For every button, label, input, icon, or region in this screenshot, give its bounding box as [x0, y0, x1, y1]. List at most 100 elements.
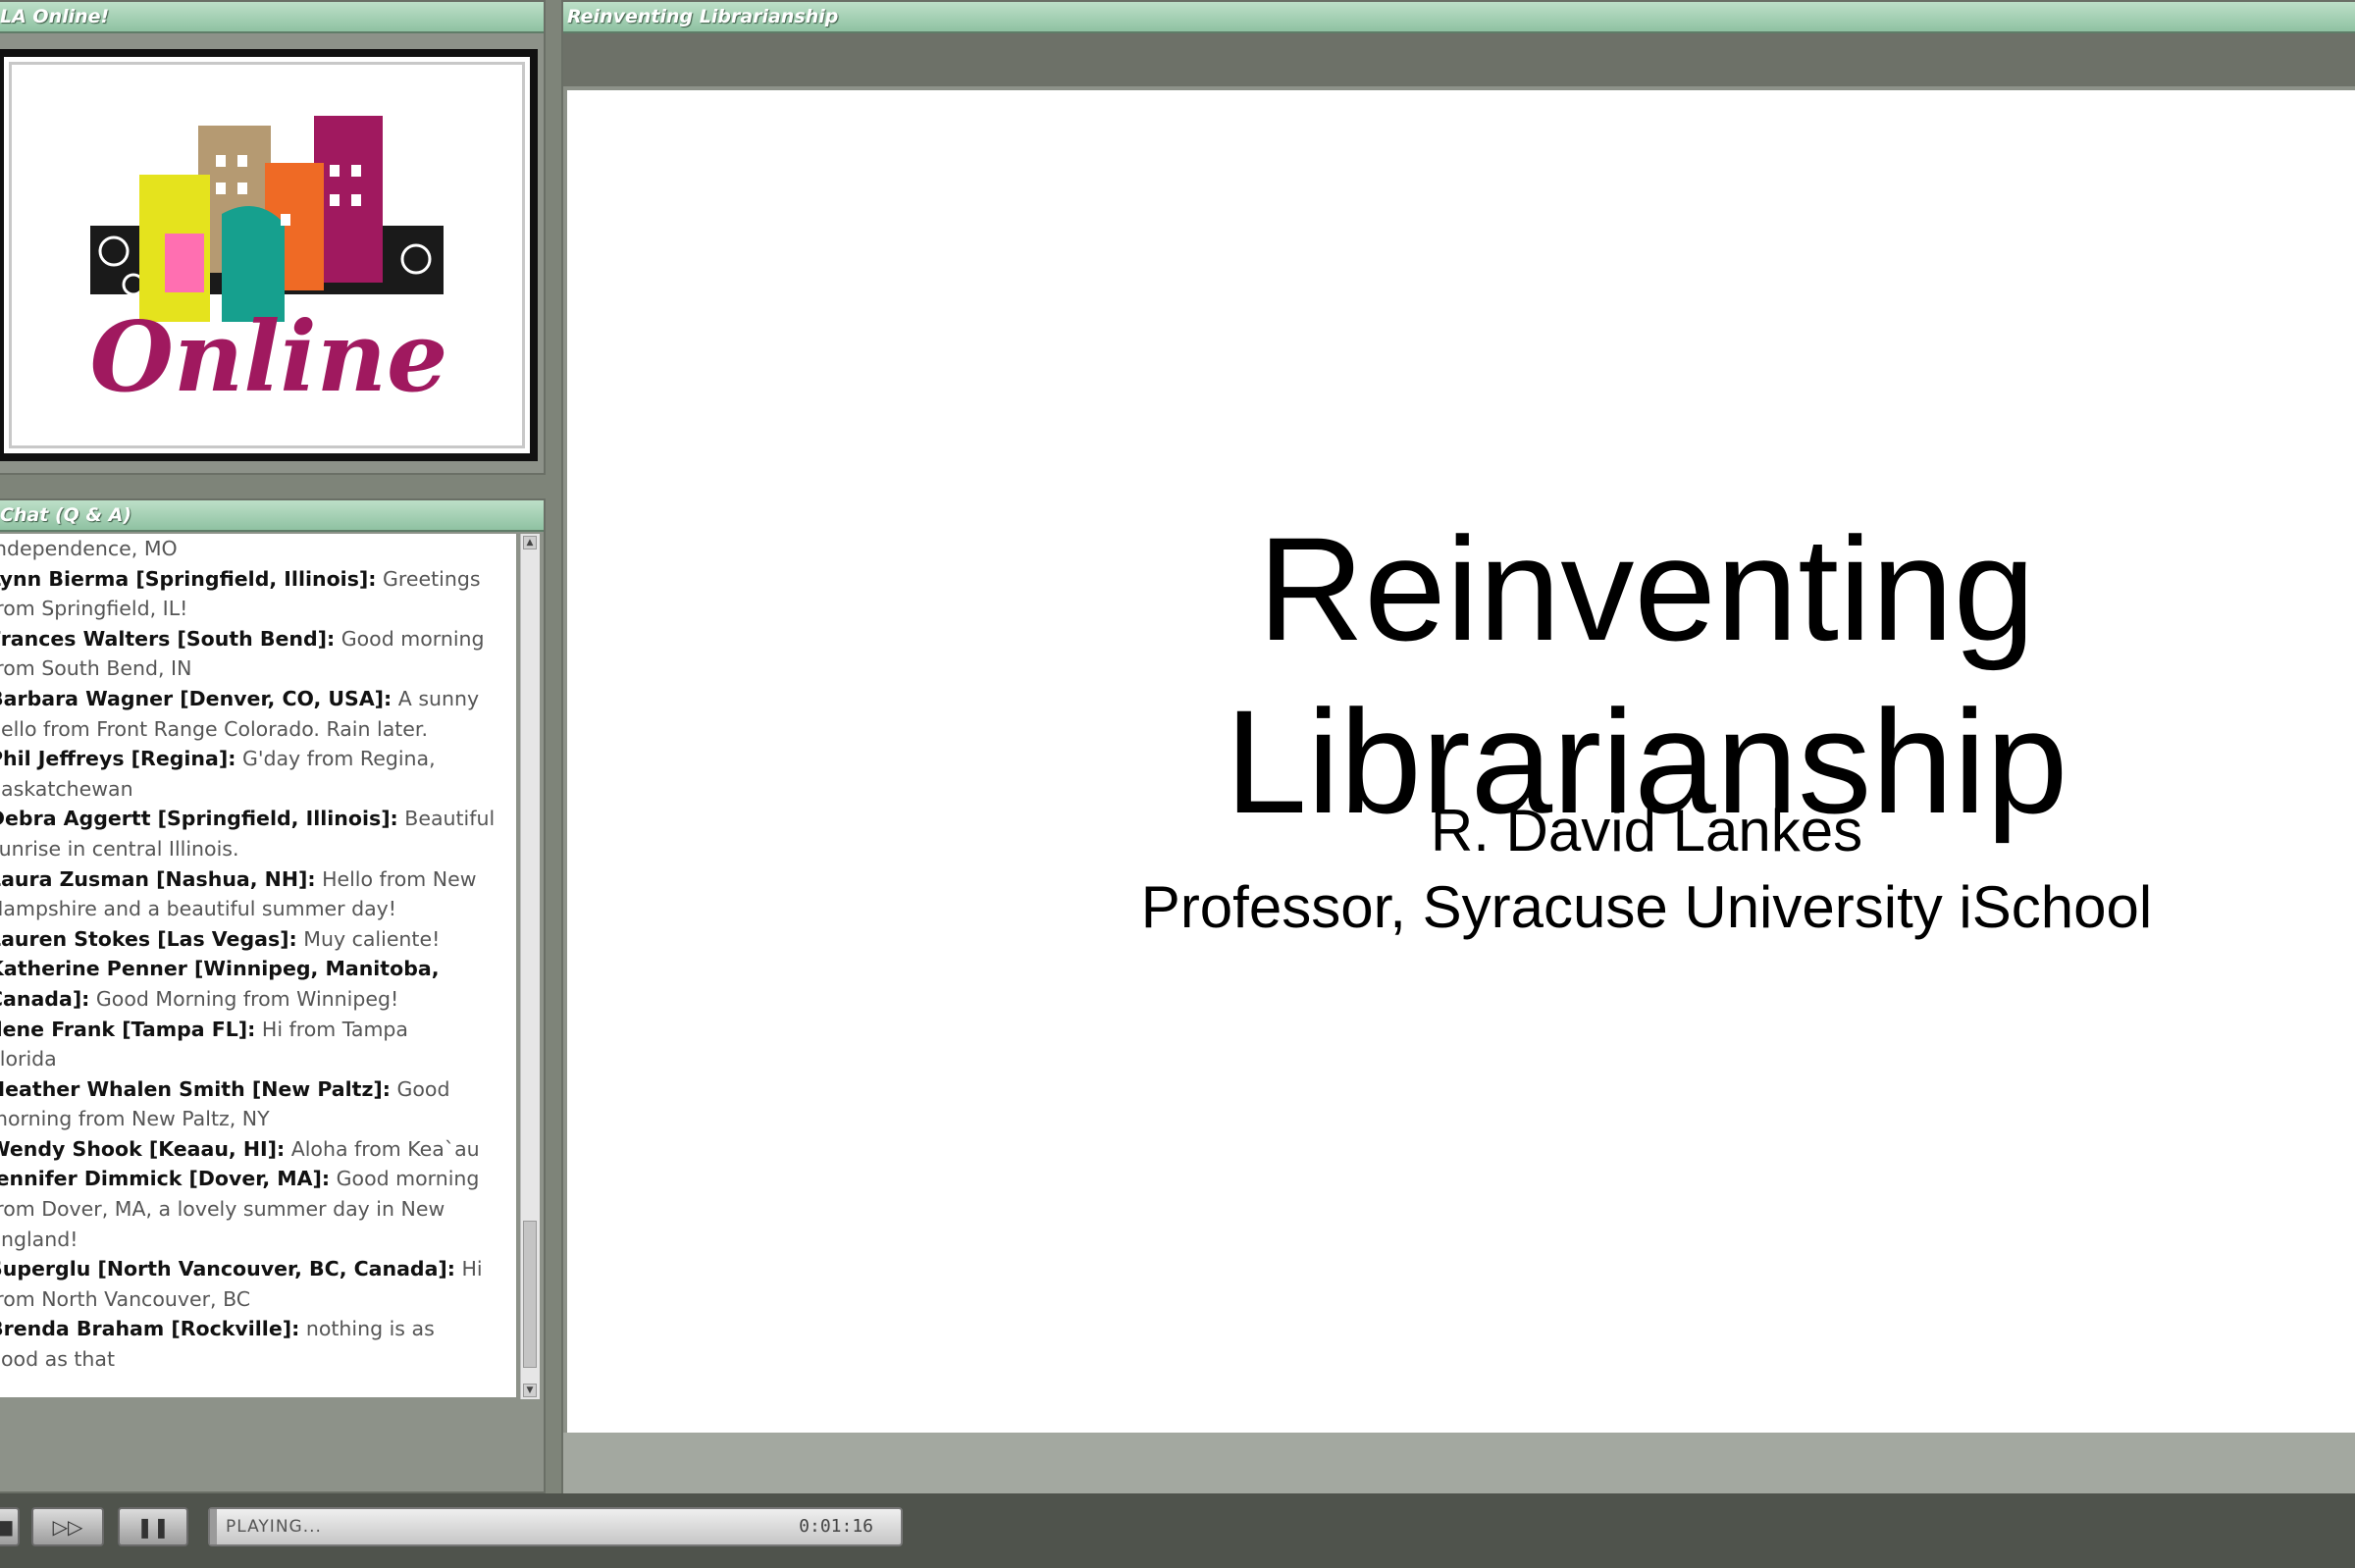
- stop-button[interactable]: ■: [0, 1507, 20, 1546]
- chat-message: Independence, MO: [0, 534, 516, 564]
- chat-text: from South Bend, IN: [0, 656, 192, 681]
- chat-text: Good morning: [330, 1167, 480, 1191]
- chat-message: Katherine Penner [Winnipeg, Manitoba,: [0, 954, 516, 984]
- slide-footer-bar: [563, 1433, 2355, 1493]
- fast-forward-icon: ▷▷: [52, 1515, 83, 1539]
- chat-sender: Katherine Penner [Winnipeg, Manitoba,: [0, 957, 440, 981]
- chat-text: from Dover, MA, a lovely summer day in N…: [0, 1197, 445, 1222]
- chat-text: Hampshire and a beautiful summer day!: [0, 897, 397, 921]
- playback-time: 0:01:16: [799, 1516, 873, 1537]
- logo-pod-title: LA Online!: [0, 2, 544, 33]
- chat-text: A sunny: [392, 686, 480, 710]
- progress-slider[interactable]: PLAYING... 0:01:16: [208, 1507, 903, 1546]
- chat-message: Ilene Frank [Tampa FL]: Hi from Tampa: [0, 1015, 516, 1045]
- chat-message: Lynn Bierma [Springfield, Illinois]: Gre…: [0, 564, 516, 595]
- chat-message: Heather Whalen Smith [New Paltz]: Good: [0, 1074, 516, 1105]
- chat-message: hello from Front Range Colorado. Rain la…: [0, 714, 516, 745]
- chat-text: England!: [0, 1227, 78, 1251]
- slide-pod-title: Reinventing Librarianship: [563, 2, 2355, 33]
- chat-text: hello from Front Range Colorado. Rain la…: [0, 716, 428, 741]
- chat-text: Good Morning from Winnipeg!: [89, 986, 399, 1011]
- pause-icon: ❚❚: [136, 1515, 170, 1539]
- chat-text: Independence, MO: [0, 537, 178, 560]
- chat-sender: Jennifer Dimmick [Dover, MA]:: [0, 1167, 331, 1191]
- chat-text: Florida: [0, 1047, 57, 1071]
- playback-bar: ■ ▷▷ ❚❚ PLAYING... 0:01:16: [0, 1493, 2355, 1568]
- chat-text: Beautiful: [397, 807, 496, 831]
- chat-sender: Wendy Shook [Keaau, HI]:: [0, 1136, 286, 1161]
- chat-message: from Dover, MA, a lovely summer day in N…: [0, 1194, 516, 1225]
- online-logo: Online: [90, 116, 448, 414]
- fast-forward-button[interactable]: ▷▷: [31, 1507, 104, 1546]
- chat-text: from North Vancouver, BC: [0, 1286, 251, 1311]
- playback-status: PLAYING...: [226, 1517, 322, 1537]
- logo-text: Online: [90, 301, 448, 414]
- chat-message: Saskatchewan: [0, 774, 516, 805]
- chat-text: Greetings: [376, 566, 481, 591]
- chat-message: from Springfield, IL!: [0, 594, 516, 624]
- chat-scrollbar[interactable]: ▲ ▼: [520, 534, 540, 1399]
- chat-message: Canada]: Good Morning from Winnipeg!: [0, 984, 516, 1015]
- slide-toolbar: [563, 33, 2355, 86]
- chat-message: from North Vancouver, BC: [0, 1284, 516, 1315]
- chat-text: Good: [390, 1076, 450, 1101]
- chat-message: Brenda Braham [Rockville]: nothing is as: [0, 1314, 516, 1344]
- scroll-up-icon[interactable]: ▲: [523, 536, 537, 549]
- logo-pod: LA Online! Online: [0, 0, 546, 475]
- chat-message-list[interactable]: Independence, MO Lynn Bierma [Springfield…: [0, 534, 516, 1397]
- scroll-thumb[interactable]: [523, 1221, 537, 1368]
- chat-sender: Lynn Bierma [Springfield, Illinois]:: [0, 566, 377, 591]
- chat-message: Lauren Stokes [Las Vegas]: Muy caliente!: [0, 924, 516, 955]
- stop-icon: ■: [0, 1515, 15, 1539]
- chat-text: sunrise in central Illinois.: [0, 836, 239, 861]
- chat-message: Wendy Shook [Keaau, HI]: Aloha from Kea`…: [0, 1134, 516, 1165]
- pause-button[interactable]: ❚❚: [118, 1507, 188, 1546]
- slide-affiliation: Professor, Syracuse University iSchool: [1140, 874, 2153, 940]
- chat-message: Barbara Wagner [Denver, CO, USA]: A sunn…: [0, 684, 516, 714]
- chat-pod-title: Chat (Q & A): [0, 500, 544, 532]
- chat-message: good as that: [0, 1344, 516, 1375]
- chat-sender: Lauren Stokes [Las Vegas]:: [0, 926, 297, 951]
- chat-message: Phil Jeffreys [Regina]: G'day from Regin…: [0, 744, 516, 774]
- chat-sender: Frances Walters [South Bend]:: [0, 626, 336, 651]
- logo-frame: Online: [0, 49, 538, 461]
- chat-message: Superglu [North Vancouver, BC, Canada]: …: [0, 1254, 516, 1284]
- chat-sender: Laura Zusman [Nashua, NH]:: [0, 866, 316, 891]
- progress-fill: [210, 1509, 218, 1544]
- chat-message: Florida: [0, 1044, 516, 1074]
- chat-sender: Phil Jeffreys [Regina]:: [0, 747, 236, 771]
- chat-pod: Chat (Q & A) Independence, MO Lynn Bierma…: [0, 498, 546, 1493]
- chat-text: nothing is as: [299, 1317, 435, 1341]
- slide-pod: Reinventing Librarianship Reinventing Li…: [561, 0, 2355, 1493]
- chat-message: Debra Aggertt [Springfield, Illinois]: B…: [0, 804, 516, 834]
- chat-sender: Barbara Wagner [Denver, CO, USA]:: [0, 686, 392, 710]
- chat-sender: Ilene Frank [Tampa FL]:: [0, 1017, 256, 1041]
- chat-text: Saskatchewan: [0, 776, 133, 801]
- chat-text: good as that: [0, 1347, 116, 1372]
- chat-text: from Springfield, IL!: [0, 597, 188, 621]
- chat-sender: Canada]:: [0, 986, 90, 1011]
- chat-message: England!: [0, 1225, 516, 1255]
- chat-message: Frances Walters [South Bend]: Good morni…: [0, 624, 516, 654]
- chat-message: from South Bend, IN: [0, 653, 516, 684]
- slide-canvas: Reinventing Librarianship R. David Lanke…: [567, 90, 2355, 1433]
- chat-text: Hello from New: [315, 866, 477, 891]
- chat-text: Hi: [455, 1257, 483, 1281]
- chat-message: Hampshire and a beautiful summer day!: [0, 894, 516, 924]
- chat-sender: Brenda Braham [Rockville]:: [0, 1317, 300, 1341]
- chat-text: morning from New Paltz, NY: [0, 1107, 270, 1131]
- chat-message: sunrise in central Illinois.: [0, 834, 516, 864]
- chat-text: Hi from Tampa: [255, 1017, 408, 1041]
- chat-sender: Superglu [North Vancouver, BC, Canada]:: [0, 1257, 455, 1281]
- scroll-down-icon[interactable]: ▼: [523, 1384, 537, 1397]
- chat-text: G'day from Regina,: [236, 747, 436, 771]
- chat-message: Jennifer Dimmick [Dover, MA]: Good morni…: [0, 1164, 516, 1194]
- chat-text: Good morning: [335, 626, 485, 651]
- chat-message: Laura Zusman [Nashua, NH]: Hello from Ne…: [0, 864, 516, 895]
- chat-text: Aloha from Kea`au: [285, 1136, 480, 1161]
- chat-sender: Debra Aggertt [Springfield, Illinois]:: [0, 807, 398, 831]
- slide-presenter: R. David Lankes: [1430, 798, 1863, 863]
- chat-message: morning from New Paltz, NY: [0, 1104, 516, 1134]
- chat-sender: Heather Whalen Smith [New Paltz]:: [0, 1076, 391, 1101]
- chat-text: Muy caliente!: [296, 926, 441, 951]
